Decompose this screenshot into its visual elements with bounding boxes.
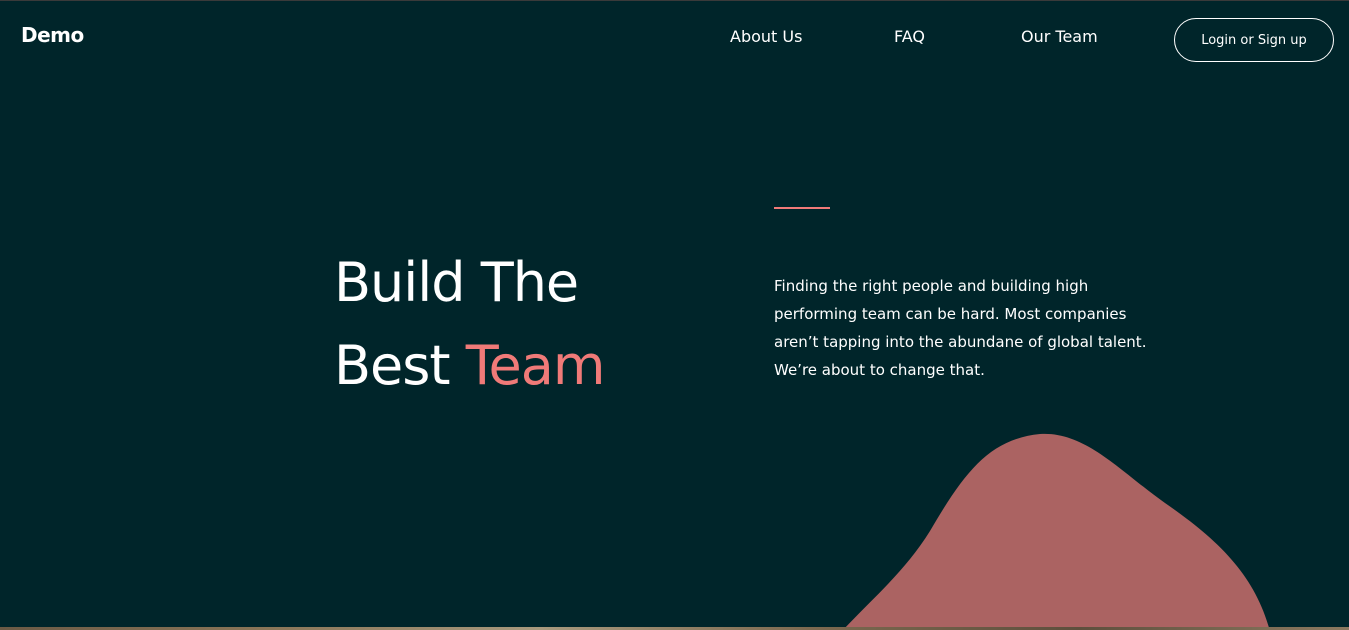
decorative-blob (842, 433, 1270, 630)
landing-page: Demo About Us FAQ Our Team Login or Sign… (0, 0, 1349, 630)
